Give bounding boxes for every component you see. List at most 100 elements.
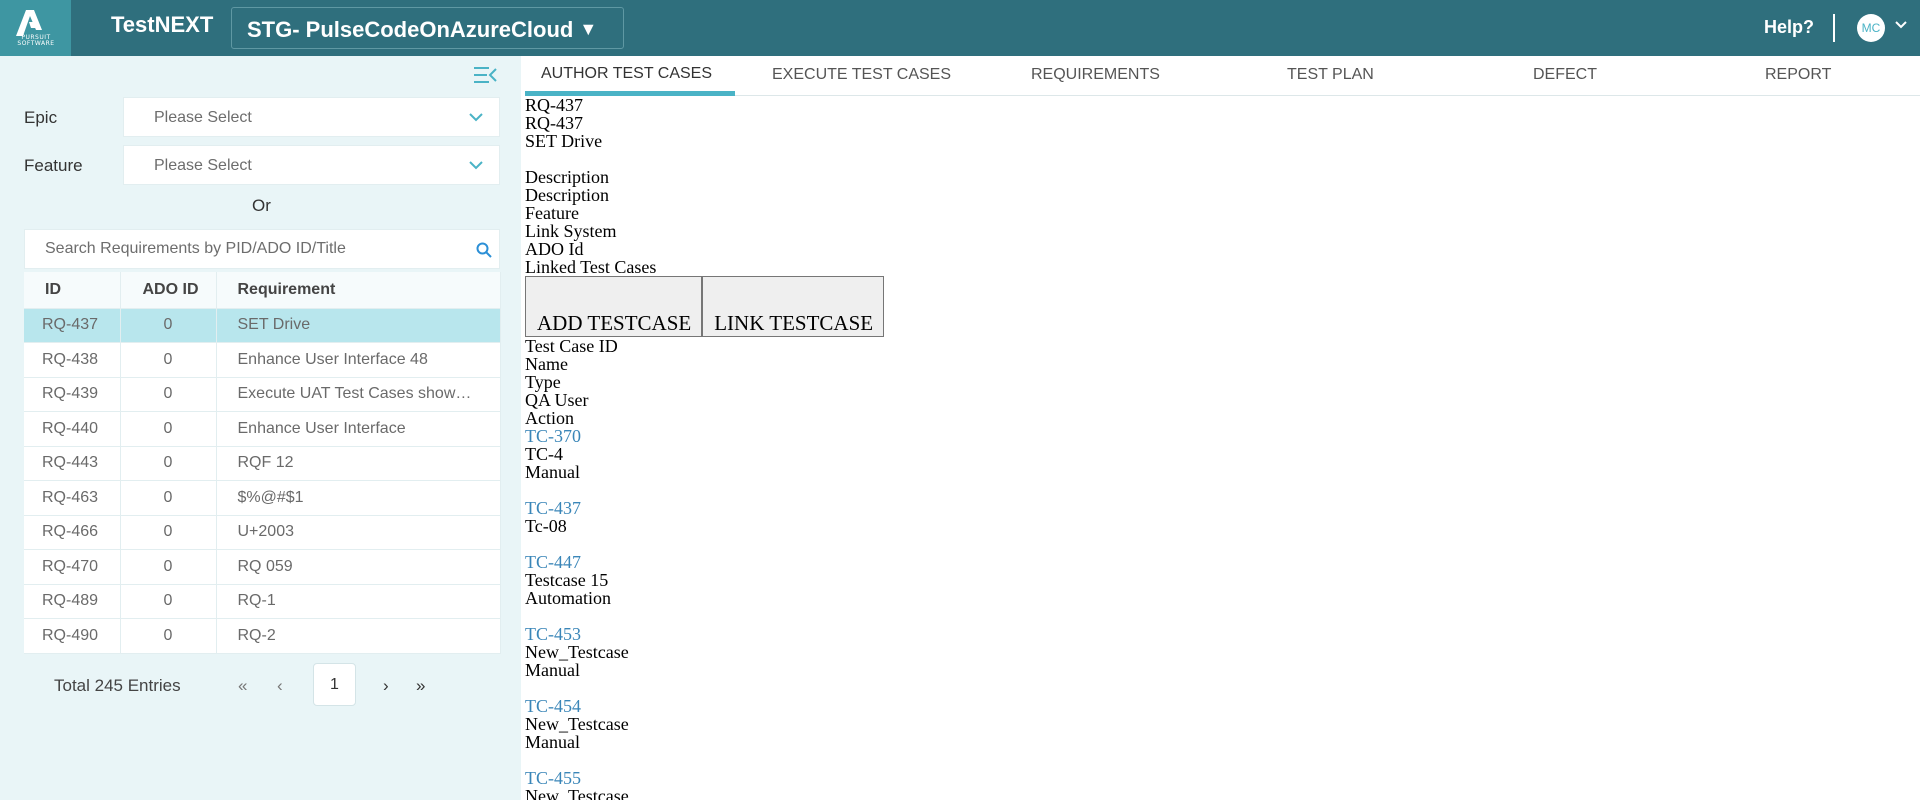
table-row[interactable]: RQ-490 0 RQ-2 [24,618,501,654]
requirement-search [24,229,500,269]
table-row[interactable]: RQ-466 0 U+2003 [24,515,501,550]
requirement-title: SET Drive [216,308,501,343]
link-testcase-button[interactable]: LINK TESTCASE [702,276,885,337]
column-header-id[interactable]: ID [24,272,121,309]
requirement-id: RQ-463 [24,480,121,516]
chevron-down-icon [469,161,483,170]
ado-id: 0 [120,618,217,654]
tab-author-test-cases[interactable]: AUTHOR TEST CASES [541,65,712,83]
table-row[interactable]: RQ-463 0 $%@#$1 [24,480,501,516]
search-icon[interactable] [476,242,492,258]
ado-id: 0 [120,515,217,550]
project-name: STG- PulseCodeOnAzureCloud [247,17,574,42]
logo-text: PURSUIT SOFTWARE [17,34,55,47]
testcase-item: TC-453 New_Testcase Manual [525,625,1920,697]
testcase-id-link[interactable]: TC-453 [525,624,581,644]
testcase-name: New_Testcase [525,714,629,734]
testcase-type: Manual [525,660,580,680]
table-row[interactable]: RQ-470 0 RQ 059 [24,549,501,585]
ado-id: 0 [120,342,217,378]
column-type: Type [525,372,561,392]
column-header-requirement[interactable]: Requirement [216,272,501,309]
testcase-id-link[interactable]: TC-447 [525,552,581,572]
requirement-title: $%@#$1 [216,480,501,516]
testcase-id-link[interactable]: TC-370 [525,426,581,446]
epic-select[interactable]: Please Select [123,97,500,137]
ado-id-label: ADO Id [525,239,584,259]
first-page-button[interactable]: « [238,676,247,696]
epic-label: Epic [24,108,58,127]
linked-test-cases-label: Linked Test Cases [525,257,657,277]
caret-down-icon: ▼ [579,19,598,39]
requirement-detail: RQ-437 RQ-437 SET Drive Description Desc… [525,96,1920,800]
requirement-id-text: RQ-437 [525,96,583,115]
tab-requirements[interactable]: REQUIREMENTS [1031,66,1160,84]
testcase-name: Tc-08 [525,516,567,536]
prev-page-button[interactable]: ‹ [277,676,283,696]
table-row[interactable]: RQ-437 0 SET Drive [24,308,501,343]
last-page-button[interactable]: » [416,676,425,696]
description-label: Description [525,167,609,187]
project-selector[interactable]: STG- PulseCodeOnAzureCloud ▼ [231,7,624,49]
epic-select-value: Please Select [154,109,252,126]
column-header-ado-id[interactable]: ADO ID [120,272,217,309]
testcase-id-link[interactable]: TC-454 [525,696,581,716]
table-header-row: ID ADO ID Requirement [24,272,501,309]
tab-execute-test-cases[interactable]: EXECUTE TEST CASES [772,66,951,84]
collapse-sidebar-icon[interactable] [473,66,497,84]
testcase-name: TC-4 [525,444,563,464]
feature-label: Feature [24,156,83,175]
requirement-id: RQ-466 [24,515,121,550]
testcase-name: Testcase 15 [525,570,609,590]
company-logo[interactable]: PURSUIT SOFTWARE [0,0,71,56]
testcase-item: TC-370 TC-4 Manual [525,427,1920,499]
requirement-id: RQ-440 [24,411,121,447]
ado-id: 0 [120,549,217,585]
header-divider [1833,14,1835,42]
testcase-id-link[interactable]: TC-455 [525,768,581,788]
requirement-id: RQ-437 [24,308,121,343]
help-link[interactable]: Help? [1764,17,1814,38]
next-page-button[interactable]: › [383,676,389,696]
table-row[interactable]: RQ-439 0 Execute UAT Test Cases show… [24,377,501,412]
tab-report[interactable]: REPORT [1765,66,1831,84]
current-page[interactable]: 1 [313,663,356,706]
requirement-id: RQ-438 [24,342,121,378]
testcase-type: Manual [525,732,580,752]
chevron-down-icon[interactable] [1894,20,1908,30]
table-row[interactable]: RQ-443 0 RQF 12 [24,446,501,481]
tab-defect[interactable]: DEFECT [1533,66,1597,84]
testcase-type: Automation [525,588,611,608]
ado-id: 0 [120,411,217,447]
requirement-title: RQ-1 [216,584,501,619]
table-row[interactable]: RQ-489 0 RQ-1 [24,584,501,619]
table-row[interactable]: RQ-440 0 Enhance User Interface [24,411,501,447]
feature-select[interactable]: Please Select [123,145,500,185]
requirement-id: RQ-443 [24,446,121,481]
requirement-title: Enhance User Interface 48 [216,342,501,378]
search-input[interactable] [45,240,465,258]
requirement-id: RQ-470 [24,549,121,585]
add-testcase-button[interactable]: ADD TESTCASE [525,276,703,337]
ado-id: 0 [120,446,217,481]
link-system-label: Link System [525,221,617,241]
requirement-title: RQF 12 [216,446,501,481]
requirement-title: U+2003 [216,515,501,550]
requirements-table: ID ADO ID Requirement RQ-437 0 SET Drive… [24,272,501,654]
testcase-type: Manual [525,462,580,482]
ado-id: 0 [120,584,217,619]
tab-test-plan[interactable]: TEST PLAN [1287,66,1374,84]
feature-label: Feature [525,203,579,223]
column-action: Action [525,408,574,428]
requirement-id: RQ-489 [24,584,121,619]
table-row[interactable]: RQ-438 0 Enhance User Interface 48 [24,342,501,378]
requirement-id-text: RQ-437 [525,113,583,133]
chevron-down-icon [469,113,483,122]
main-tabs: AUTHOR TEST CASES EXECUTE TEST CASES REQ… [525,56,1920,96]
testcase-id-link[interactable]: TC-437 [525,498,581,518]
column-qa-user: QA User [525,390,589,410]
total-entries: Total 245 Entries [54,676,181,695]
user-avatar[interactable]: MC [1857,14,1885,42]
testcase-item: TC-454 New_Testcase Manual [525,697,1920,769]
